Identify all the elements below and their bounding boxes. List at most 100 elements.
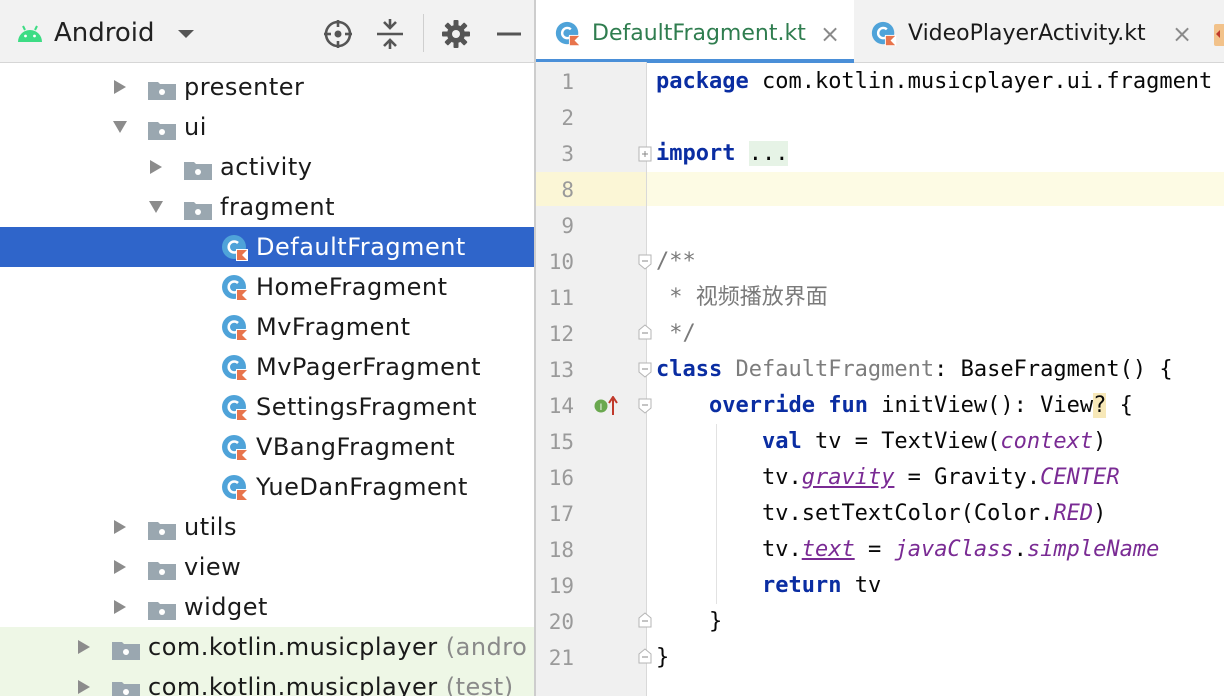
tree-item-label: HomeFragment (256, 273, 448, 301)
tree-item-utils[interactable]: utils (0, 507, 534, 547)
tree-item-defaultfragment[interactable]: DefaultFragment (0, 227, 534, 267)
tree-item-vbangfragment[interactable]: VBangFragment (0, 427, 534, 467)
tree-item-ui[interactable]: ui (0, 107, 534, 147)
kotlin-class-icon (222, 275, 248, 301)
settings-gear-icon[interactable] (440, 18, 472, 50)
tab-label: VideoPlayerActivity.kt (908, 21, 1146, 46)
tree-item-label: MvPagerFragment (256, 353, 482, 381)
expand-fold-icon[interactable] (638, 146, 652, 162)
tree-item-suffix: (test) (445, 673, 514, 696)
fold-end-icon[interactable] (638, 324, 652, 340)
tree-item-label: MvFragment (256, 313, 411, 341)
override-marker-icon[interactable]: I (594, 396, 620, 416)
tree-item-label: activity (220, 153, 313, 181)
expand-arrow-icon[interactable] (148, 159, 164, 175)
tree-item-settingsfragment[interactable]: SettingsFragment (0, 387, 534, 427)
kotlin-class-icon (222, 395, 248, 421)
line-number: 9 (561, 214, 574, 238)
fold-end-icon[interactable] (638, 612, 652, 628)
package-folder-icon (112, 682, 140, 696)
tree-item-label: SettingsFragment (256, 393, 478, 421)
collapse-arrow-icon[interactable] (148, 199, 164, 215)
tree-item-mvpagerfragment[interactable]: MvPagerFragment (0, 347, 534, 387)
fold-start-icon[interactable] (638, 254, 652, 270)
overflow-tab-icon[interactable] (1212, 22, 1224, 48)
folder-icon (148, 522, 176, 540)
code-line-14[interactable]: override fun initView(): View? { (656, 388, 1133, 424)
code-line-17[interactable]: tv.setTextColor(Color.RED) (656, 496, 1106, 532)
expand-arrow-icon[interactable] (112, 519, 128, 535)
tab-label: DefaultFragment.kt (592, 21, 806, 46)
expand-arrow-icon[interactable] (76, 639, 92, 655)
tree-item-package-test[interactable]: com.kotlin.musicplayer (test) (0, 667, 534, 696)
view-selector[interactable]: Android (54, 18, 195, 48)
tree-item-package-androidtest[interactable]: com.kotlin.musicplayer (andro (0, 627, 534, 667)
kotlin-class-icon (222, 475, 248, 501)
code-line-19[interactable]: return tv (656, 568, 881, 604)
code-line-20[interactable]: } (656, 604, 722, 640)
code-line-3[interactable]: import ... (656, 136, 789, 172)
tab-defaultfragment[interactable]: DefaultFragment.kt × (536, 0, 854, 63)
tree-item-activity[interactable]: activity (0, 147, 534, 187)
folded-imports[interactable]: ... (748, 141, 789, 166)
tree-item-label: presenter (184, 73, 305, 101)
line-number: 3 (561, 142, 574, 166)
tree-item-presenter[interactable]: presenter (0, 67, 534, 107)
line-number: 19 (548, 574, 574, 598)
tab-videoplayeractivity[interactable]: VideoPlayerActivity.kt × (854, 0, 1214, 62)
line-number: 13 (548, 358, 574, 382)
code-line-10[interactable]: /** (656, 244, 696, 280)
line-number: 10 (548, 250, 574, 274)
code-line-11[interactable]: * 视频播放界面 (656, 280, 828, 316)
tree-item-widget[interactable]: widget (0, 587, 534, 627)
kotlin-class-icon (871, 21, 897, 47)
close-tab-icon[interactable]: × (820, 0, 840, 68)
kotlin-class-icon (222, 315, 248, 341)
tree-item-label: YueDanFragment (256, 473, 468, 501)
line-number: 11 (548, 286, 574, 310)
fold-start-icon[interactable] (638, 362, 652, 378)
code-line-21[interactable]: } (656, 640, 669, 676)
line-number: 20 (548, 610, 574, 634)
kotlin-class-icon (222, 235, 248, 261)
tree-item-yuedanfragment[interactable]: YueDanFragment (0, 467, 534, 507)
code-line-15[interactable]: val tv = TextView(context) (656, 424, 1106, 460)
line-number: 8 (561, 178, 574, 202)
expand-arrow-icon[interactable] (76, 679, 92, 695)
tree-item-homefragment[interactable]: HomeFragment (0, 267, 534, 307)
collapse-arrow-icon[interactable] (112, 119, 128, 135)
expand-arrow-icon[interactable] (112, 599, 128, 615)
tree-item-label: VBangFragment (256, 433, 456, 461)
folder-icon (184, 202, 212, 220)
close-tab-icon[interactable]: × (1172, 0, 1192, 68)
tree-item-view[interactable]: view (0, 547, 534, 587)
folder-icon (148, 602, 176, 620)
expand-arrow-icon[interactable] (112, 79, 128, 95)
expand-arrow-icon[interactable] (112, 559, 128, 575)
line-number: 2 (561, 106, 574, 130)
line-number: 18 (548, 538, 574, 562)
folder-icon (148, 122, 176, 140)
code-line-1[interactable]: package com.kotlin.musicplayer.ui.fragme… (656, 64, 1212, 100)
code-line-13[interactable]: class DefaultFragment: BaseFragment() { (656, 352, 1173, 388)
tree-item-mvfragment[interactable]: MvFragment (0, 307, 534, 347)
line-number: 14 (548, 394, 574, 418)
line-number: 21 (548, 646, 574, 670)
code-line-12[interactable]: */ (656, 316, 696, 352)
tree-item-label: utils (184, 513, 237, 541)
code-line-18[interactable]: tv.text = javaClass.simpleName (656, 532, 1159, 568)
project-panel: Android presenter ui activity fragment D… (0, 0, 534, 696)
fold-start-icon[interactable] (638, 398, 652, 414)
code-line-16[interactable]: tv.gravity = Gravity.CENTER (656, 460, 1120, 496)
tree-item-fragment[interactable]: fragment (0, 187, 534, 227)
kotlin-class-icon (222, 435, 248, 461)
line-number: 17 (548, 502, 574, 526)
hide-panel-icon[interactable] (494, 18, 526, 50)
collapse-all-icon[interactable] (374, 18, 406, 50)
editor-tab-bar: DefaultFragment.kt × VideoPlayerActivity… (536, 0, 1224, 63)
fold-end-icon[interactable] (638, 648, 652, 664)
tree-item-label: view (184, 553, 242, 581)
folder-icon (148, 562, 176, 580)
locate-icon[interactable] (322, 18, 354, 50)
line-number: 16 (548, 466, 574, 490)
